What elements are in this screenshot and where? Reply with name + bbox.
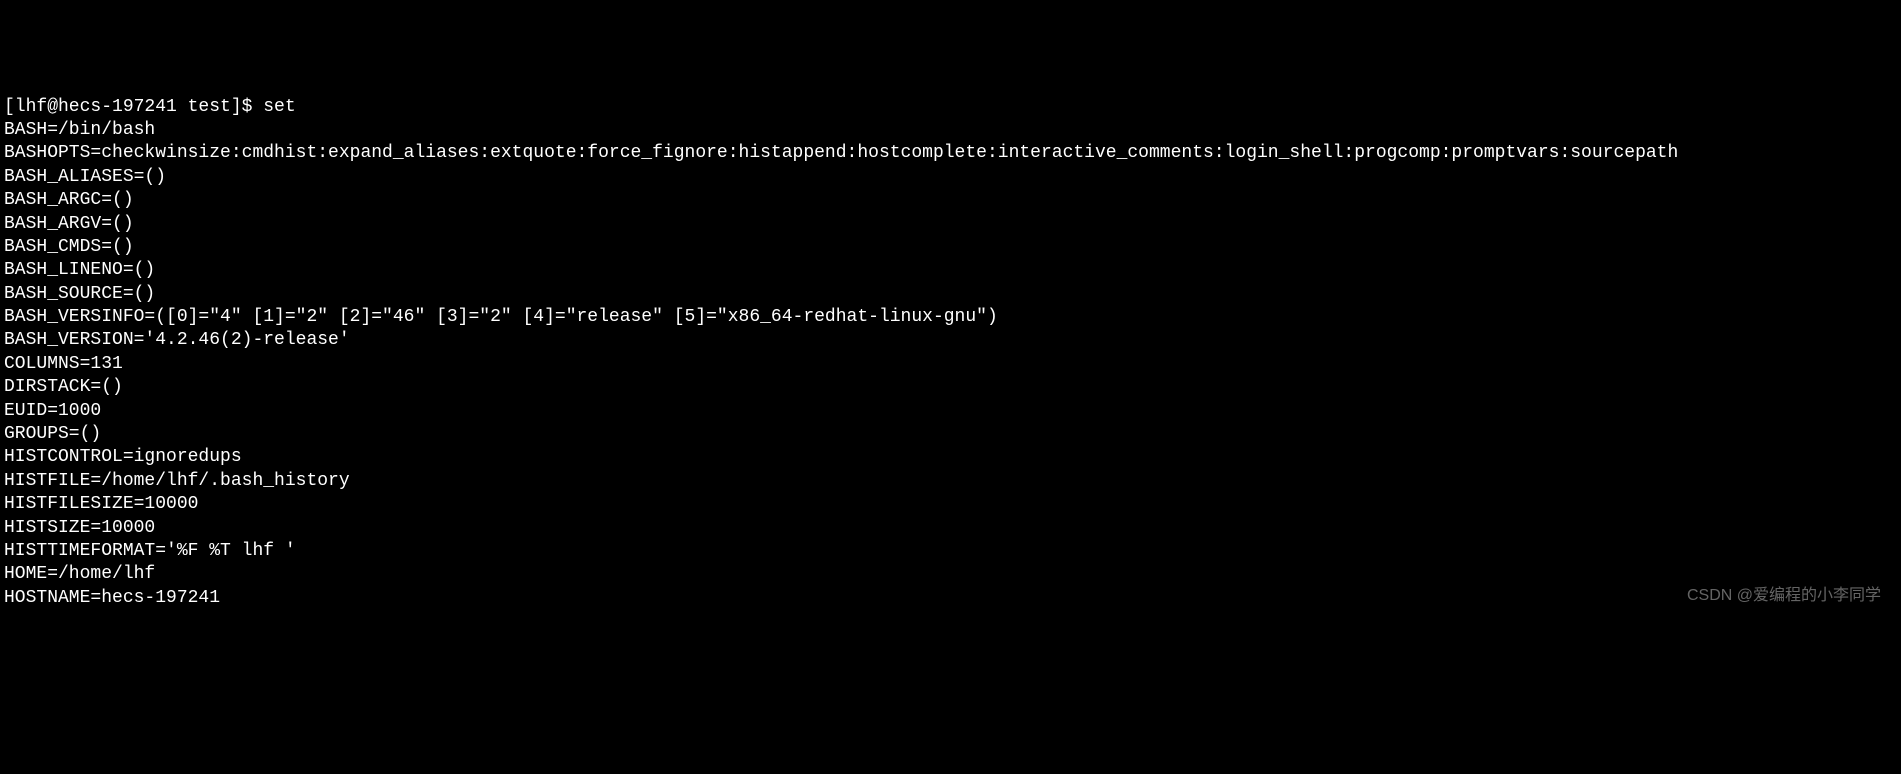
output-line: BASH_ALIASES=(): [4, 166, 1897, 189]
output-line: COLUMNS=131: [4, 353, 1897, 376]
output-line: BASH_ARGV=(): [4, 213, 1897, 236]
command-text: set: [263, 97, 295, 117]
output-line: HOME=/home/lhf: [4, 563, 1897, 586]
output-line: BASHOPTS=checkwinsize:cmdhist:expand_ali…: [4, 142, 1897, 165]
output-line: BASH=/bin/bash: [4, 119, 1897, 142]
output-line: HISTSIZE=10000: [4, 517, 1897, 540]
output-line: BASH_VERSINFO=([0]="4" [1]="2" [2]="46" …: [4, 306, 1897, 329]
output-line: HISTTIMEFORMAT='%F %T lhf ': [4, 540, 1897, 563]
terminal-output[interactable]: [lhf@hecs-197241 test]$ setBASH=/bin/bas…: [4, 96, 1897, 611]
command-line: [lhf@hecs-197241 test]$ set: [4, 96, 1897, 119]
output-line: BASH_VERSION='4.2.46(2)-release': [4, 329, 1897, 352]
output-line: DIRSTACK=(): [4, 376, 1897, 399]
output-line: HISTFILE=/home/lhf/.bash_history: [4, 470, 1897, 493]
watermark-text: CSDN @爱编程的小李同学: [1687, 586, 1881, 607]
output-line: BASH_CMDS=(): [4, 236, 1897, 259]
output-line: BASH_LINENO=(): [4, 259, 1897, 282]
shell-prompt: [lhf@hecs-197241 test]$: [4, 97, 263, 117]
output-line: BASH_ARGC=(): [4, 189, 1897, 212]
output-line: HISTFILESIZE=10000: [4, 493, 1897, 516]
output-line: HISTCONTROL=ignoredups: [4, 446, 1897, 469]
output-line: BASH_SOURCE=(): [4, 283, 1897, 306]
output-line: EUID=1000: [4, 400, 1897, 423]
output-line: HOSTNAME=hecs-197241: [4, 587, 1897, 610]
output-line: GROUPS=(): [4, 423, 1897, 446]
